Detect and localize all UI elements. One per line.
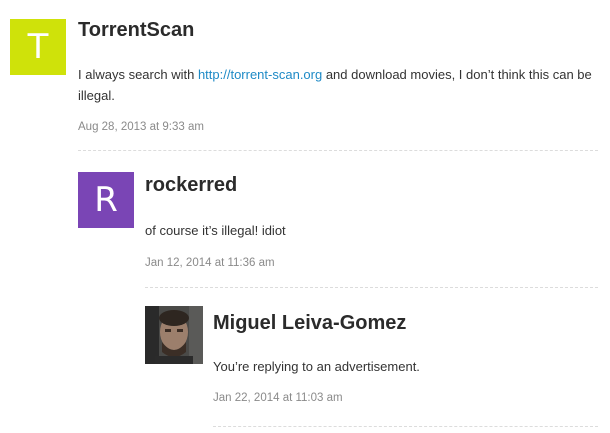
comment-text-before: I always search with [78, 67, 198, 82]
avatar[interactable]: R [78, 172, 134, 228]
comment-link[interactable]: http://torrent-scan.org [198, 67, 322, 82]
divider [213, 426, 598, 427]
comment-author[interactable]: TorrentScan [78, 19, 194, 42]
comment-rockerred: R rockerred of course it’s illegal! idio… [0, 150, 610, 288]
avatar-letter: T [27, 27, 49, 67]
comment-text: I always search with http://torrent-scan… [78, 64, 598, 106]
avatar-letter: R [94, 180, 118, 220]
comment-torrentscan: T TorrentScan I always search with http:… [0, 0, 610, 150]
comment-date[interactable]: Aug 28, 2013 at 9:33 am [78, 121, 204, 133]
avatar-photo[interactable] [145, 306, 203, 364]
comment-author[interactable]: Miguel Leiva-Gomez [213, 312, 406, 335]
comment-text: of course it’s illegal! idiot [145, 223, 286, 238]
comment-date[interactable]: Jan 12, 2014 at 11:36 am [145, 257, 275, 269]
comment-miguel-leiva-gomez: Miguel Leiva-Gomez You’re replying to an… [0, 288, 610, 428]
comment-author[interactable]: rockerred [145, 174, 237, 197]
avatar[interactable]: T [10, 19, 66, 75]
comment-text: You’re replying to an advertisement. [213, 359, 420, 374]
person-photo-icon [145, 306, 203, 364]
comment-date[interactable]: Jan 22, 2014 at 11:03 am [213, 392, 343, 404]
